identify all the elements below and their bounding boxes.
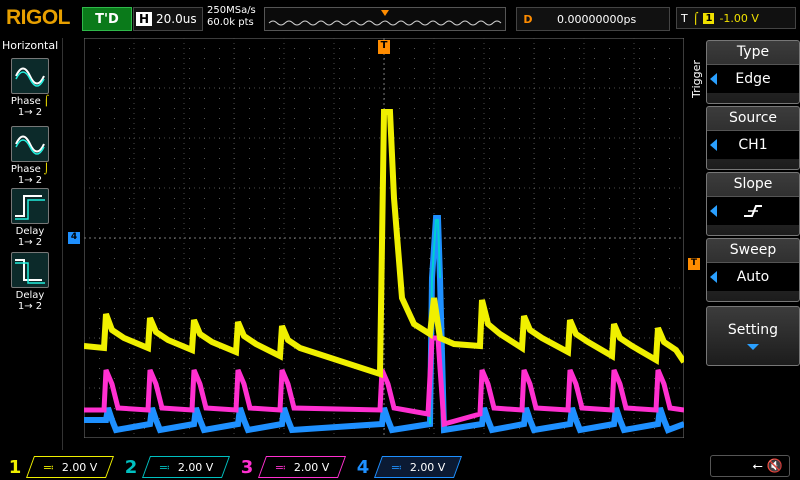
source-value: CH1 bbox=[738, 137, 768, 153]
select-arrow-icon bbox=[710, 205, 717, 217]
trigger-status-box[interactable]: T ⌠ 1 -1.00 V bbox=[676, 7, 796, 29]
chevron-down-icon bbox=[747, 344, 759, 350]
measure-phase-fall-button[interactable]: Phase ⌡ 1→ 2 bbox=[10, 126, 50, 186]
run-stop-status[interactable]: T'D bbox=[82, 7, 132, 31]
sweep-label: Sweep bbox=[729, 242, 777, 258]
memory-overview-strip[interactable] bbox=[264, 7, 506, 31]
delay-box[interactable]: D 0.00000000ps bbox=[516, 7, 670, 31]
rising-slope-icon bbox=[744, 205, 762, 217]
delay-rise-rise-icon bbox=[11, 188, 49, 224]
trigger-sweep-button[interactable]: Sweep Auto bbox=[706, 238, 800, 302]
trigger-position-marker[interactable]: T bbox=[378, 40, 390, 54]
channel-4-number: 4 bbox=[356, 456, 370, 478]
trigger-level-value: -1.00 V bbox=[719, 11, 759, 25]
timebase-box[interactable]: H 20.0us bbox=[133, 7, 203, 31]
delay-label-1: Delay bbox=[15, 226, 45, 237]
channel-3-number: 3 bbox=[240, 456, 254, 478]
channel-4-status[interactable]: 4 ≕ 2.00 V bbox=[352, 456, 463, 478]
sine-phase-fall-icon bbox=[11, 126, 49, 162]
horizontal-menu: Horizontal Phase ⌠ 1→ 2 Phase ⌡ 1→ 2 Del… bbox=[0, 38, 63, 450]
dc-coupling-icon: ≕ bbox=[274, 460, 286, 474]
trigger-menu: Type Edge Source CH1 Slope Sweep Auto Se… bbox=[688, 38, 800, 450]
channel-3-scale: 2.00 V bbox=[293, 460, 330, 474]
trigger-source-button[interactable]: Source CH1 bbox=[706, 106, 800, 170]
delay-fall-fall-icon bbox=[11, 252, 49, 288]
horizontal-label: H bbox=[136, 12, 152, 26]
trigger-menu-title: Trigger bbox=[690, 60, 703, 98]
channel-3-status[interactable]: 3 ≕ 2.00 V bbox=[236, 456, 347, 478]
phase-label-2: Phase ⌡ bbox=[10, 164, 50, 175]
select-arrow-icon bbox=[710, 139, 717, 151]
dc-coupling-icon: ≕ bbox=[390, 460, 402, 474]
waveform-svg bbox=[83, 37, 687, 439]
slope-label: Slope bbox=[733, 176, 773, 192]
system-status-area[interactable]: ⭠ 🔇 bbox=[710, 455, 790, 477]
sample-info: 250MSa/s 60.0k pts bbox=[207, 5, 256, 29]
sweep-value: Auto bbox=[736, 269, 770, 285]
phase-sub-1: 1→ 2 bbox=[17, 107, 43, 118]
trigger-channel-badge: 1 bbox=[703, 12, 715, 24]
trigger-type-button[interactable]: Type Edge bbox=[706, 40, 800, 104]
delay-value: 0.00000000ps bbox=[557, 12, 637, 26]
channel-4-scale: 2.00 V bbox=[409, 460, 446, 474]
select-arrow-icon bbox=[710, 271, 717, 283]
measure-delay-rise-button[interactable]: Delay 1→ 2 bbox=[10, 188, 50, 248]
sine-phase-rise-icon bbox=[11, 58, 49, 94]
channel-1-status[interactable]: 1 ≕ 2.00 V bbox=[4, 456, 115, 478]
memory-depth: 60.0k pts bbox=[207, 17, 254, 28]
horizontal-menu-title: Horizontal bbox=[2, 39, 59, 52]
brand-logo: RIGOL bbox=[6, 6, 71, 29]
select-arrow-icon bbox=[710, 73, 717, 85]
dc-coupling-icon: ≕ bbox=[158, 460, 170, 474]
trigger-slope-button[interactable]: Slope bbox=[706, 172, 800, 236]
sample-rate: 250MSa/s bbox=[207, 5, 256, 16]
delay-label-2: Delay bbox=[15, 290, 45, 301]
delay-sub-1: 1→ 2 bbox=[17, 237, 43, 248]
measure-delay-fall-button[interactable]: Delay 1→ 2 bbox=[10, 252, 50, 312]
waveform-display[interactable] bbox=[83, 37, 687, 439]
type-label: Type bbox=[736, 44, 770, 60]
setting-label: Setting bbox=[727, 322, 779, 338]
trigger-label: T bbox=[681, 11, 688, 25]
speaker-muted-icon: 🔇 bbox=[766, 458, 783, 474]
delay-label: D bbox=[523, 12, 533, 26]
phase-label-1: Phase ⌠ bbox=[10, 96, 50, 107]
usb-icon: ⭠ bbox=[752, 458, 763, 474]
timebase-value: 20.0us bbox=[156, 12, 197, 26]
source-label: Source bbox=[728, 110, 778, 126]
trigger-setting-button[interactable]: Setting bbox=[706, 306, 800, 366]
top-status-bar: RIGOL T'D H 20.0us 250MSa/s 60.0k pts D … bbox=[0, 0, 800, 36]
type-value: Edge bbox=[735, 71, 771, 87]
channel-2-status[interactable]: 2 ≕ 2.00 V bbox=[120, 456, 231, 478]
channel-status-bar: 1 ≕ 2.00 V 2 ≕ 2.00 V 3 ≕ 2.00 V 4 ≕ 2.00 V … bbox=[0, 452, 800, 480]
channel-2-scale: 2.00 V bbox=[177, 460, 214, 474]
channel-1-scale: 2.00 V bbox=[61, 460, 98, 474]
measure-phase-rise-button[interactable]: Phase ⌠ 1→ 2 bbox=[10, 58, 50, 118]
rising-edge-icon: ⌠ bbox=[692, 11, 699, 25]
memory-waveform-icon bbox=[268, 10, 502, 26]
phase-sub-2: 1→ 2 bbox=[17, 175, 43, 186]
delay-sub-2: 1→ 2 bbox=[17, 301, 43, 312]
channel-4-reference-marker[interactable]: 4 bbox=[68, 232, 80, 244]
channel-1-number: 1 bbox=[8, 456, 22, 478]
dc-coupling-icon: ≕ bbox=[42, 460, 54, 474]
channel-2-number: 2 bbox=[124, 456, 138, 478]
